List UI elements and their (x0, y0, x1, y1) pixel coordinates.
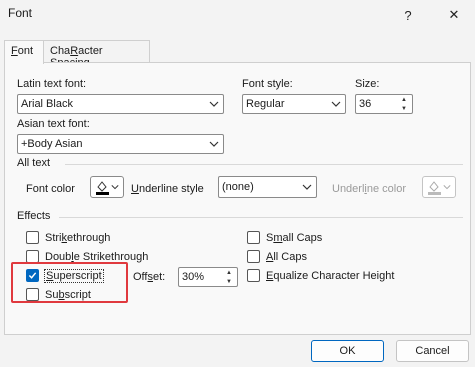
superscript-checkbox[interactable] (26, 269, 39, 282)
all-text-divider (65, 164, 463, 165)
ok-button[interactable]: OK (311, 340, 384, 362)
underline-style-label: Underline style (131, 183, 204, 195)
underline-color-label: Underline color (332, 183, 406, 195)
tab-char-spacing-access-key: R (70, 45, 79, 57)
tab-char-spacing-pre: Cha (50, 45, 71, 57)
cancel-button[interactable]: Cancel (396, 340, 469, 362)
underline-style-value: (none) (222, 181, 254, 193)
offset-value: 30% (182, 271, 205, 283)
effects-section-title: Effects (17, 210, 51, 222)
window-title: Font (8, 6, 33, 20)
close-icon: ✕ (448, 7, 460, 22)
chevron-down-icon[interactable] (205, 135, 223, 153)
equalize-height-label[interactable]: Equalize Character Height (266, 270, 394, 282)
equalize-height-checkbox[interactable] (247, 269, 260, 282)
subscript-checkbox[interactable] (26, 288, 39, 301)
chevron-down-icon (443, 185, 451, 190)
underline-style-combobox[interactable]: (none) (218, 176, 317, 198)
size-value: 36 (359, 98, 372, 110)
font-color-button[interactable] (90, 176, 124, 198)
tab-font-access-key: F (11, 45, 18, 57)
checkmark-icon (28, 272, 37, 279)
latin-font-combobox[interactable]: Arial Black (17, 94, 224, 114)
asian-font-combobox[interactable]: +Body Asian (17, 134, 224, 154)
paint-bucket-icon (96, 181, 109, 195)
font-tab-panel: Latin text font: Arial Black Font style:… (4, 62, 471, 335)
chevron-down-icon[interactable] (205, 95, 223, 113)
tab-font-label: ont (17, 45, 34, 57)
font-style-value: Regular (246, 98, 285, 110)
all-text-section-title: All text (17, 157, 51, 169)
tab-character-spacing[interactable]: ChaRacter Spacing (43, 40, 150, 69)
font-color-label: Font color (26, 183, 75, 195)
spin-up-icon[interactable]: ▲ (396, 95, 412, 104)
small-caps-checkbox[interactable] (247, 231, 260, 244)
all-caps-checkbox[interactable] (247, 250, 260, 263)
spin-down-icon[interactable]: ▼ (396, 104, 412, 113)
asian-font-label: Asian text font: (17, 118, 90, 130)
font-style-combobox[interactable]: Regular (242, 94, 346, 114)
font-style-label: Font style: (242, 78, 293, 90)
offset-spinbox[interactable]: 30% ▲ ▼ (178, 267, 238, 287)
spin-down-icon[interactable]: ▼ (221, 277, 237, 286)
strikethrough-label[interactable]: Strikethrough (45, 232, 110, 244)
all-caps-label[interactable]: All Caps (266, 251, 307, 263)
size-label: Size: (355, 78, 380, 90)
underline-color-button[interactable] (422, 176, 456, 198)
small-caps-label[interactable]: Small Caps (266, 232, 322, 244)
superscript-label[interactable]: Superscript (44, 269, 104, 283)
effects-divider (59, 217, 463, 218)
strikethrough-checkbox[interactable] (26, 231, 39, 244)
asian-font-value: +Body Asian (21, 138, 83, 150)
offset-label: Offset: (133, 271, 166, 283)
latin-font-value: Arial Black (21, 98, 73, 110)
subscript-label[interactable]: Subscript (45, 289, 91, 301)
paint-bucket-icon (428, 181, 441, 195)
chevron-down-icon[interactable] (327, 95, 345, 113)
spin-up-icon[interactable]: ▲ (221, 268, 237, 277)
close-button[interactable]: ✕ (436, 0, 472, 30)
tab-font[interactable]: Font (4, 40, 44, 64)
help-icon: ? (404, 7, 412, 23)
help-button[interactable]: ? (390, 0, 426, 30)
chevron-down-icon[interactable] (298, 178, 316, 196)
size-spinbox[interactable]: 36 ▲ ▼ (355, 94, 413, 114)
chevron-down-icon (111, 185, 119, 190)
latin-font-label: Latin text font: (17, 78, 87, 90)
tab-strip: Font ChaRacter Spacing (4, 40, 471, 69)
